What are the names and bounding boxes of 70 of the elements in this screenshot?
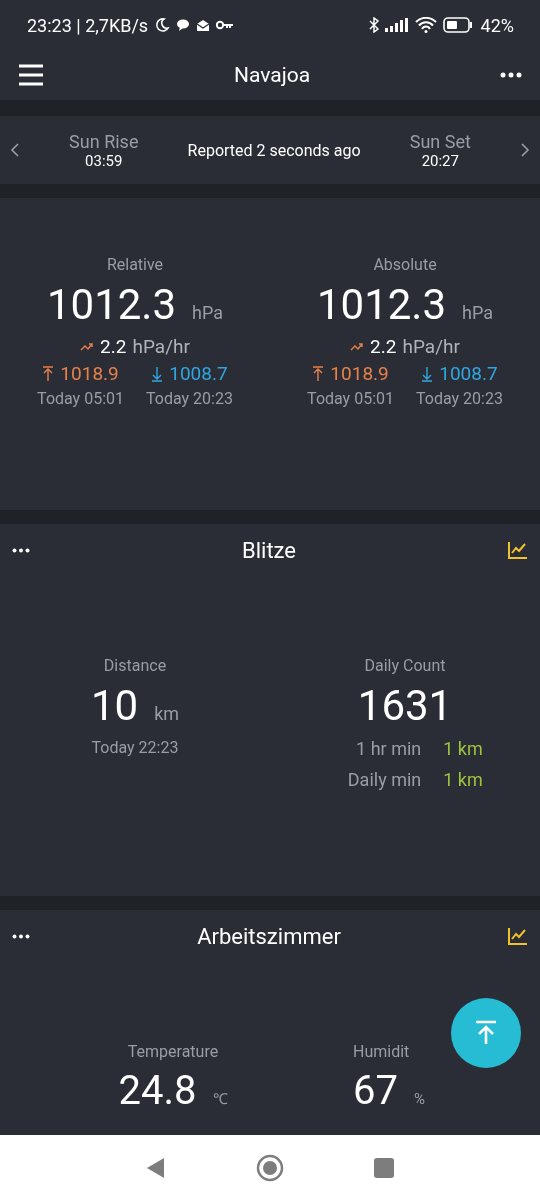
reading-value: 1012.3 (46, 280, 177, 329)
stat-value: 1 km (443, 738, 483, 759)
trend-value: 2.2 (370, 335, 397, 358)
trend-up-icon (350, 341, 365, 352)
trend-unit: hPa/hr (402, 335, 460, 358)
sunrise-label: Sun Rise (69, 130, 139, 152)
chat-icon (176, 19, 191, 31)
max-arrow-icon (312, 365, 325, 382)
reading-unit: ℃ (212, 1089, 228, 1108)
wifi-icon (414, 17, 437, 33)
chart-icon[interactable] (508, 927, 528, 945)
reading-label: Distance (103, 656, 167, 675)
reading-label: Relative (106, 255, 164, 274)
high-time: Today 05:01 (307, 389, 394, 408)
low-value: 1008.7 (439, 362, 498, 385)
arrow-up-icon (474, 1020, 498, 1046)
reported-text: Reported 2 seconds ago (187, 140, 361, 160)
key-icon (216, 20, 235, 30)
high-time: Today 05:01 (37, 389, 124, 408)
recents-icon[interactable] (374, 1157, 394, 1178)
reading-label: Humidit (353, 1042, 410, 1061)
stat-label: Daily min (346, 769, 422, 790)
status-time: 23:23 | 2,7KB/s (27, 14, 149, 36)
battery-percent: 42% (480, 14, 514, 36)
low-value: 1008.7 (169, 362, 228, 385)
chart-icon[interactable] (508, 541, 528, 559)
trend-up-icon (80, 341, 95, 352)
chevron-right-icon[interactable] (520, 142, 530, 158)
reading-unit: % (413, 1090, 425, 1108)
trend-unit: hPa/hr (132, 335, 190, 358)
reading-value: 10 (90, 681, 139, 730)
reading-value: 67 (353, 1067, 398, 1114)
reading-unit: hPa (192, 302, 224, 323)
menu-icon[interactable] (18, 64, 44, 86)
sunset-time: 20:27 (421, 151, 459, 170)
low-time: Today 20:23 (146, 389, 233, 408)
bluetooth-icon (368, 17, 379, 33)
sunrise-time: 03:59 (85, 151, 123, 170)
high-value: 1018.9 (60, 362, 119, 385)
card-title: Blitze (242, 537, 296, 563)
reading-label: Daily Count (364, 656, 446, 675)
mail-icon (196, 18, 211, 32)
back-icon[interactable] (146, 1156, 166, 1179)
reading-time: Today 22:23 (91, 738, 179, 757)
app-title: Navajoa (233, 63, 311, 87)
reading-value: 1012.3 (316, 280, 447, 329)
reading-label: Temperature (127, 1042, 219, 1061)
low-time: Today 20:23 (416, 389, 503, 408)
sunset-label: Sun Set (409, 130, 471, 152)
home-icon[interactable] (256, 1153, 284, 1182)
more-icon[interactable] (12, 933, 30, 939)
signal-icon (384, 18, 409, 32)
reading-unit: km (154, 703, 180, 724)
moon-icon (154, 17, 171, 33)
more-icon[interactable] (12, 547, 30, 553)
stat-value: 1 km (443, 769, 483, 790)
reading-value: 1631 (357, 681, 453, 730)
reading-value: 24.8 (118, 1067, 197, 1114)
min-arrow-icon (421, 365, 434, 382)
high-value: 1018.9 (330, 362, 389, 385)
more-icon[interactable] (500, 72, 522, 78)
card-title: Arbeitszimmer (197, 923, 341, 949)
battery-icon (442, 17, 473, 33)
trend-value: 2.2 (100, 335, 127, 358)
reading-unit: hPa (462, 302, 494, 323)
chevron-left-icon[interactable] (10, 142, 20, 158)
reading-label: Absolute (373, 255, 437, 274)
max-arrow-icon (42, 365, 55, 382)
min-arrow-icon (151, 365, 164, 382)
stat-label: 1 hr min (355, 738, 422, 759)
